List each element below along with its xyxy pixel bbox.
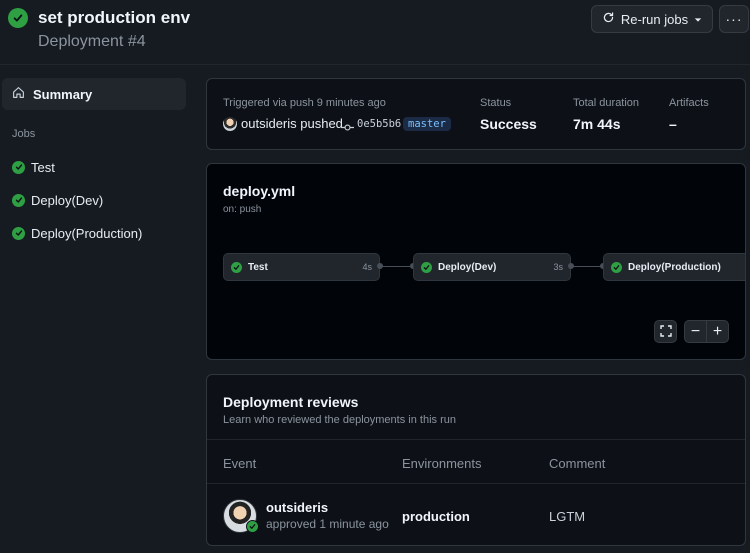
actor-avatar [223, 117, 237, 131]
branch-tag[interactable]: master [403, 117, 451, 131]
artifacts-value: – [669, 116, 677, 132]
caret-down-icon [694, 12, 702, 27]
review-comment: LGTM [549, 509, 586, 524]
sidebar-item-test[interactable]: Test [2, 154, 186, 180]
review-event: approved 1 minute ago [266, 517, 389, 531]
zoom-in-button[interactable]: + [706, 320, 729, 343]
success-check-icon [231, 261, 242, 273]
approved-check-icon [246, 520, 259, 533]
column-header-environments: Environments [402, 456, 482, 471]
reviews-divider [207, 439, 745, 440]
workflow-job-name: Test [248, 261, 268, 273]
fullscreen-button[interactable] [654, 320, 677, 343]
success-check-icon [8, 8, 28, 28]
trigger-text: Triggered via push 9 minutes ago [223, 97, 386, 109]
sidebar-job-label: Test [31, 159, 55, 175]
reviews-description: Learn who reviewed the deployments in th… [223, 414, 456, 426]
more-options-button[interactable]: ··· [719, 5, 749, 33]
workflow-job-name: Deploy(Production) [628, 261, 721, 273]
fullscreen-icon [659, 324, 672, 339]
artifacts-label: Artifacts [669, 97, 709, 109]
workflow-job-name: Deploy(Dev) [438, 261, 497, 273]
sidebar-summary-label: Summary [33, 86, 93, 102]
duration-value: 7m 44s [573, 116, 621, 132]
success-check-icon [12, 193, 25, 207]
success-check-icon [12, 160, 25, 174]
run-title: set production env [38, 8, 191, 27]
sidebar-item-summary[interactable]: Summary [2, 78, 186, 110]
workflow-graph-card: deploy.yml on: push Test 4s Deploy(Dev) … [206, 163, 746, 360]
workflow-file-name: deploy.yml [223, 183, 296, 199]
deployment-reviews-card: Deployment reviews Learn who reviewed th… [206, 374, 746, 546]
duration-label: Total duration [573, 97, 640, 109]
workflow-trigger: on: push [223, 204, 262, 215]
sidebar-jobs-heading: Jobs [12, 128, 36, 140]
sidebar-item-deploy-dev[interactable]: Deploy(Dev) [2, 187, 186, 213]
sidebar-item-deploy-production[interactable]: Deploy(Production) [2, 220, 186, 246]
commit-sha-link[interactable]: 0e5b5b6 [357, 118, 401, 130]
sync-icon [602, 11, 615, 27]
home-icon [12, 86, 25, 102]
workflow-job-deploy-dev[interactable]: Deploy(Dev) 3s [413, 253, 571, 281]
workflow-job-duration: 3s [553, 262, 563, 272]
run-subtitle: Deployment #4 [38, 33, 146, 50]
success-check-icon [611, 261, 622, 273]
job-connector [573, 266, 603, 267]
status-label: Status [480, 97, 512, 109]
reviews-title: Deployment reviews [223, 394, 359, 410]
workflow-job-deploy-production[interactable]: Deploy(Production) 3s [603, 253, 746, 281]
job-connector [382, 266, 413, 267]
actor-pushed[interactable]: outsideris pushed [241, 116, 343, 131]
workflow-job-test[interactable]: Test 4s [223, 253, 380, 281]
sidebar-job-label: Deploy(Dev) [31, 192, 104, 208]
status-value: Success [480, 116, 537, 132]
column-header-comment: Comment [549, 456, 606, 471]
reviews-header-divider [207, 483, 745, 484]
commit-icon [341, 119, 354, 137]
reviewer-name[interactable]: outsideris [266, 500, 328, 515]
run-summary-card: Triggered via push 9 minutes ago outside… [206, 78, 746, 150]
rerun-jobs-label: Re-run jobs [620, 11, 689, 27]
workflow-job-duration: 3s [745, 262, 746, 272]
review-environment: production [402, 509, 470, 524]
column-header-event: Event [223, 456, 257, 471]
rerun-jobs-button[interactable]: Re-run jobs [591, 5, 713, 33]
zoom-out-button[interactable]: − [684, 320, 707, 343]
success-check-icon [12, 226, 25, 240]
header-divider [0, 64, 750, 65]
success-check-icon [421, 261, 432, 273]
sidebar-job-label: Deploy(Production) [31, 225, 143, 241]
workflow-job-duration: 4s [362, 262, 372, 272]
